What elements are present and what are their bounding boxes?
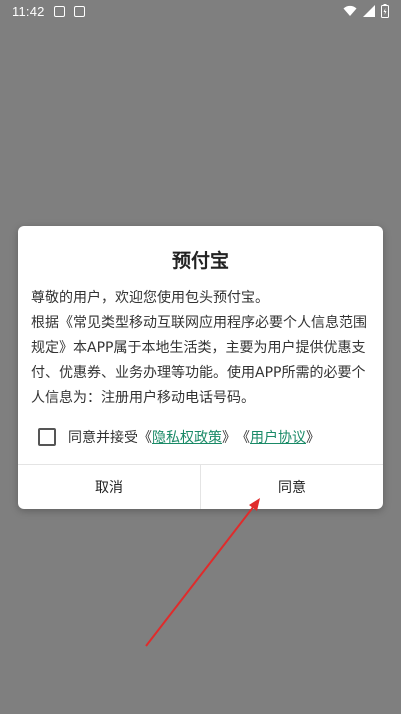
consent-prefix: 同意并接受 bbox=[68, 430, 138, 446]
privacy-dialog: 预付宝 尊敬的用户，欢迎您使用包头预付宝。 根据《常见类型移动互联网应用程序必要… bbox=[18, 226, 383, 509]
dialog-body: 尊敬的用户，欢迎您使用包头预付宝。 根据《常见类型移动互联网应用程序必要个人信息… bbox=[31, 286, 370, 411]
font-icon bbox=[74, 6, 85, 17]
wifi-icon bbox=[343, 5, 357, 16]
status-time: 11:42 bbox=[12, 4, 45, 19]
bracket-close-2: 》 bbox=[306, 430, 320, 446]
consent-row: 同意并接受 《 隐私权政策 》 《 用户协议 》 bbox=[38, 425, 320, 449]
bracket-open-2: 《 bbox=[236, 430, 250, 446]
bracket-close-1: 》 bbox=[222, 430, 236, 446]
battery-charging-icon bbox=[381, 4, 389, 18]
bracket-open-1: 《 bbox=[138, 430, 152, 446]
consent-checkbox[interactable] bbox=[38, 428, 56, 446]
greeting-text: 尊敬的用户，欢迎您使用包头预付宝。 bbox=[31, 290, 269, 306]
nfc-icon bbox=[54, 6, 65, 17]
user-agreement-link[interactable]: 用户协议 bbox=[250, 427, 306, 447]
signal-icon bbox=[363, 5, 375, 17]
agree-button[interactable]: 同意 bbox=[201, 465, 383, 509]
privacy-policy-link[interactable]: 隐私权政策 bbox=[152, 427, 222, 447]
policy-text: 根据《常见类型移动互联网应用程序必要个人信息范围规定》本APP属于本地生活类，主… bbox=[31, 315, 367, 406]
dialog-title: 预付宝 bbox=[171, 250, 229, 272]
cancel-button[interactable]: 取消 bbox=[18, 465, 200, 509]
status-bar: 11:42 bbox=[0, 0, 401, 24]
